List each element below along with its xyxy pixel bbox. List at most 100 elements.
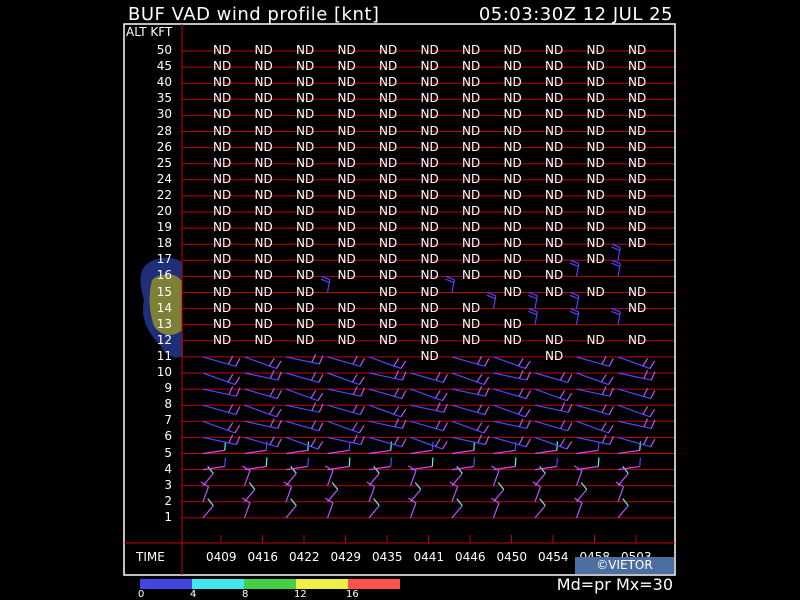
wind-barb — [202, 355, 241, 367]
wind-barb — [410, 402, 448, 413]
no-data-label: ND — [337, 75, 356, 90]
no-data-label: ND — [628, 43, 647, 57]
wind-barb — [285, 436, 324, 450]
time-label: 0441 — [413, 550, 445, 564]
no-data-label: ND — [213, 316, 232, 331]
time-label: 0409 — [206, 550, 237, 564]
no-data-label: ND — [462, 300, 481, 315]
no-data-label: ND — [254, 204, 273, 218]
time-label: 0422 — [289, 550, 320, 564]
wind-barb — [611, 243, 621, 261]
no-data-label: ND — [254, 252, 273, 267]
wind-barb — [451, 386, 490, 397]
colorbar-segment — [348, 579, 400, 589]
credit-badge: ©VIETOR — [575, 557, 674, 574]
no-data-label: ND — [462, 75, 481, 90]
no-data-label: ND — [420, 300, 439, 315]
no-data-label: ND — [420, 204, 439, 218]
colorbar-tick-label: 4 — [190, 589, 197, 600]
wind-barb — [576, 441, 600, 455]
no-data-label: ND — [254, 316, 273, 331]
wind-barb — [285, 420, 324, 432]
no-data-label: ND — [586, 284, 605, 299]
no-data-label: ND — [628, 91, 647, 106]
wind-barb — [611, 308, 621, 325]
no-data-label: ND — [296, 252, 315, 267]
wind-barb — [241, 497, 251, 519]
no-data-label: ND — [462, 43, 481, 57]
wind-barb — [617, 370, 656, 381]
wind-barb — [445, 275, 455, 293]
wind-barb — [244, 356, 282, 370]
no-data-label: ND — [254, 332, 273, 347]
no-data-label: ND — [586, 187, 605, 202]
no-data-label: ND — [628, 284, 647, 299]
no-data-label: ND — [545, 332, 564, 347]
wind-barb — [451, 372, 490, 386]
wind-barb — [534, 457, 558, 471]
no-data-label: ND — [213, 204, 232, 218]
no-data-label: ND — [379, 284, 398, 299]
no-data-label: ND — [296, 171, 315, 186]
time-axis-header: TIME — [136, 550, 165, 564]
wind-barb — [617, 388, 656, 400]
no-data-label: ND — [545, 284, 564, 299]
no-data-label: ND — [503, 155, 522, 170]
altitude-label: 16 — [156, 268, 172, 283]
no-data-label: ND — [379, 316, 398, 331]
no-data-label: ND — [420, 220, 439, 235]
wind-barb — [611, 259, 621, 277]
no-data-label: ND — [254, 187, 273, 202]
altitude-label: 14 — [156, 300, 172, 315]
wind-barb — [451, 434, 490, 446]
wind-barb — [327, 355, 365, 367]
altitude-label: 1 — [164, 509, 172, 524]
wind-barb — [327, 386, 365, 397]
wind-barb — [202, 420, 241, 434]
altitude-label: 7 — [164, 413, 172, 428]
wind-barb — [534, 372, 573, 383]
no-data-label: ND — [545, 187, 564, 202]
no-data-label: ND — [545, 139, 564, 154]
no-data-label: ND — [628, 300, 647, 315]
no-data-label: ND — [503, 43, 522, 57]
no-data-label: ND — [586, 91, 605, 106]
wind-barb — [327, 372, 365, 386]
altitude-label: 12 — [156, 332, 172, 347]
no-data-label: ND — [545, 220, 564, 235]
no-data-label: ND — [254, 284, 273, 299]
no-data-label: ND — [296, 300, 315, 315]
no-data-label: ND — [254, 123, 273, 138]
altitude-label: 6 — [164, 429, 172, 444]
wind-barb — [617, 457, 641, 471]
no-data-label: ND — [586, 204, 605, 218]
no-data-label: ND — [296, 43, 315, 57]
wind-barb — [327, 434, 365, 446]
wind-barb — [534, 388, 573, 402]
wind-barb — [451, 420, 490, 434]
wind-barb — [366, 481, 376, 503]
no-data-label: ND — [379, 75, 398, 90]
no-data-label: ND — [545, 171, 564, 186]
no-data-label: ND — [420, 155, 439, 170]
wind-barb — [202, 434, 241, 446]
wind-profile-chart — [123, 23, 676, 576]
no-data-label: ND — [462, 139, 481, 154]
no-data-label: ND — [379, 300, 398, 315]
altitude-label: 24 — [156, 171, 172, 186]
no-data-label: ND — [254, 139, 273, 154]
wind-barb — [569, 308, 580, 325]
wind-barb — [493, 388, 531, 400]
no-data-label: ND — [628, 187, 647, 202]
wind-barb — [451, 355, 490, 367]
wind-barb — [493, 356, 531, 370]
altitude-label: 30 — [156, 107, 172, 122]
altitude-label: 11 — [156, 348, 172, 363]
time-label: 0416 — [247, 550, 279, 564]
no-data-label: ND — [420, 252, 439, 267]
no-data-label: ND — [586, 171, 605, 186]
altitude-label: 20 — [156, 204, 172, 218]
altitude-label: 10 — [156, 365, 172, 379]
no-data-label: ND — [337, 107, 356, 122]
no-data-label: ND — [628, 123, 647, 138]
